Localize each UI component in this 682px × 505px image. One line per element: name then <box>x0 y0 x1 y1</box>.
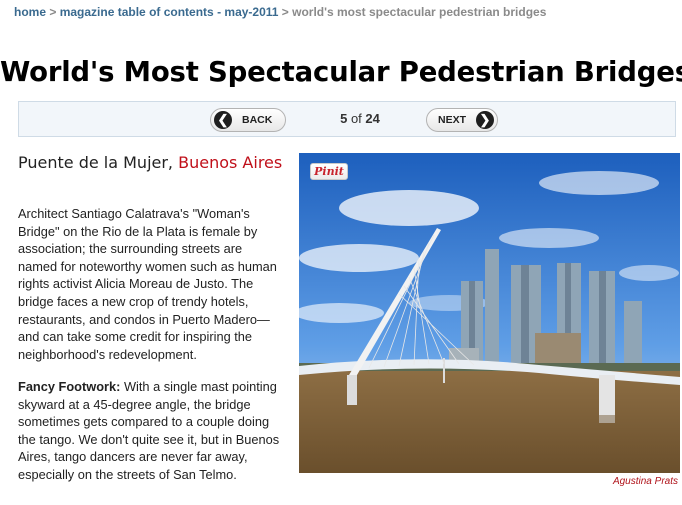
breadcrumb-home-link[interactable]: home <box>14 5 46 19</box>
arrow-right-icon: ❯ <box>476 111 494 129</box>
breadcrumb-separator: > <box>46 5 60 19</box>
slideshow-pager: ❮ BACK 5 of 24 NEXT ❯ <box>18 101 676 137</box>
slide-counter: 5 of 24 <box>315 111 405 126</box>
arrow-left-icon: ❮ <box>214 111 232 129</box>
breadcrumb-current: world's most spectacular pedestrian brid… <box>292 5 547 19</box>
photo-credit: Agustina Prats <box>612 476 678 487</box>
slide-total: 24 <box>365 111 380 126</box>
page-title: World's Most Spectacular Pedestrian Brid… <box>0 56 682 88</box>
article-paragraph: Architect Santiago Calatrava's "Woman's … <box>18 206 277 362</box>
article-heading: Puente de la Mujer, Buenos Aires <box>18 153 283 173</box>
breadcrumb: home > magazine table of contents - may-… <box>14 5 546 19</box>
article-heading-location: Buenos Aires <box>178 153 283 172</box>
back-button[interactable]: ❮ BACK <box>210 108 286 132</box>
paragraph-lead: Fancy Footwork: <box>18 379 121 394</box>
breadcrumb-magazine-link[interactable]: magazine table of contents - may-2011 <box>60 5 279 19</box>
article-paragraph: Fancy Footwork: With a single mast point… <box>18 378 284 484</box>
bridge-photo <box>299 153 680 473</box>
paragraph-text: With a single mast pointing skyward at a… <box>18 379 280 482</box>
article-heading-name: Puente de la Mujer, <box>18 153 179 172</box>
breadcrumb-separator: > <box>278 5 293 19</box>
next-button-label: NEXT <box>438 114 467 126</box>
pinit-button[interactable]: Pinit <box>310 163 348 180</box>
slide-of: of <box>347 111 366 126</box>
back-button-label: BACK <box>242 114 273 126</box>
next-button[interactable]: NEXT ❯ <box>426 108 498 132</box>
